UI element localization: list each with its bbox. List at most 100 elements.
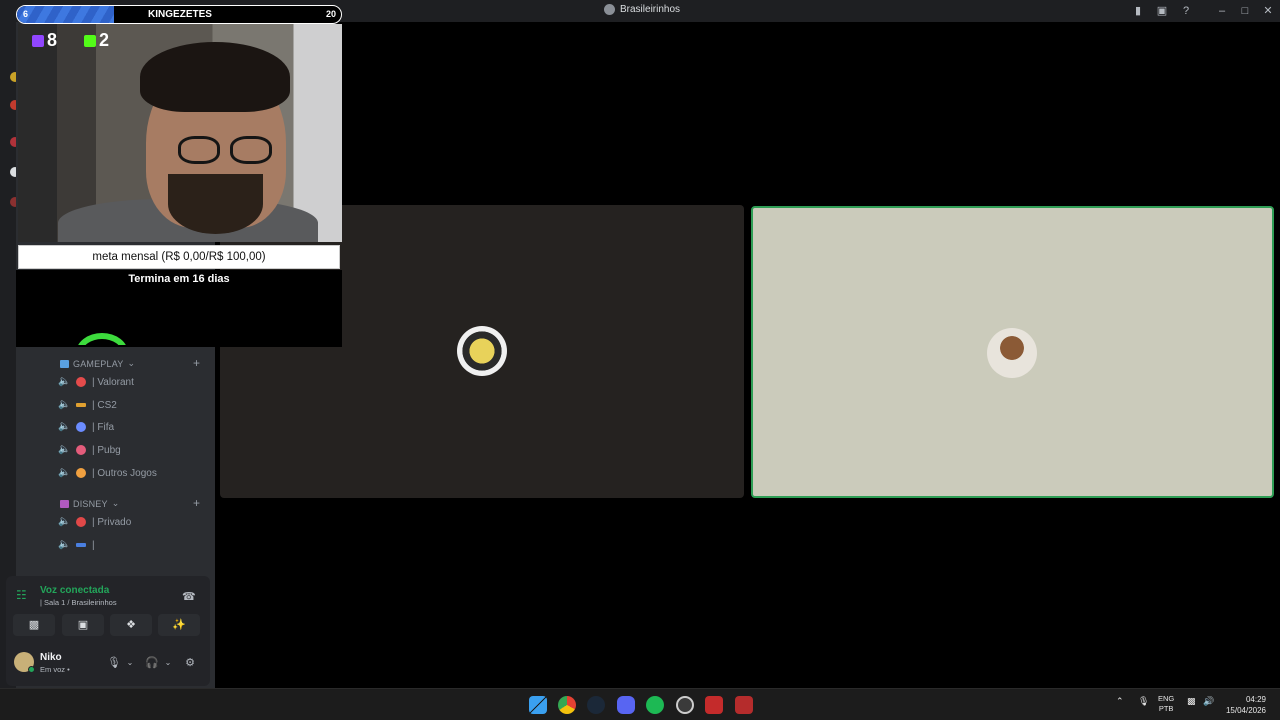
participant-avatar (457, 326, 507, 376)
goal-deadline: Termina em 16 dias (128, 273, 230, 285)
category-label: GAMEPLAY (73, 358, 124, 369)
soundboard-button[interactable]: ✨ (158, 614, 200, 636)
category-label: DISNEY (73, 498, 108, 509)
chevron-down-icon: ⌄ (127, 358, 136, 368)
server-icon (604, 4, 615, 15)
locked-speaker-icon: 🔈 (58, 516, 71, 527)
webcam-glasses (178, 136, 220, 164)
headphones-icon[interactable]: 🎧 (145, 656, 159, 670)
volume-icon[interactable]: 🔊 (1203, 696, 1214, 707)
participant-avatar (987, 328, 1037, 378)
voice-status: Voz conectada (40, 585, 110, 596)
speaker-icon: 🔈 (58, 376, 71, 387)
settings-gear-icon[interactable]: ⚙ (183, 656, 197, 670)
voice-location[interactable]: | Sala 1 / Brasileirinhos (40, 598, 117, 607)
channel-label: | Valorant (92, 376, 134, 388)
channel-label: | Outros Jogos (92, 467, 157, 479)
speaker-icon: 🔈 (58, 421, 71, 432)
help-icon[interactable]: ? (1179, 4, 1193, 18)
lang-top: ENG (1158, 694, 1175, 703)
microphone-tray-icon[interactable]: 🎙 (1138, 696, 1149, 707)
webcam-glasses (230, 136, 272, 164)
channel-outros-jogos[interactable]: 🔈 | Outros Jogos (58, 464, 208, 482)
app-icon[interactable] (735, 696, 753, 714)
chevron-down-icon: ⌄ (111, 498, 120, 508)
chevron-up-icon[interactable]: ⌃ (1116, 696, 1124, 707)
channel-privado[interactable]: 🔈 | Privado (58, 513, 208, 531)
channel-cs2[interactable]: 🔈 | CS2 (58, 396, 208, 414)
twitch-badge: 8 (32, 30, 57, 51)
kick-icon (84, 34, 96, 47)
channel-label: | Fifa (92, 421, 115, 433)
channel-emoji-icon (76, 543, 86, 547)
maximize-icon[interactable]: □ (1238, 4, 1252, 18)
kick-badge: 2 (84, 30, 109, 51)
spotify-icon[interactable] (646, 696, 664, 714)
bookmark-icon[interactable]: ▮ (1131, 4, 1145, 18)
twitch-icon (32, 34, 44, 47)
screen-share-icon: ▣ (77, 619, 89, 631)
inbox-icon[interactable]: ▣ (1155, 4, 1169, 18)
camera-off-button[interactable]: ▩ (13, 614, 55, 636)
app-icon[interactable] (705, 696, 723, 714)
speaker-icon: 🔈 (58, 539, 71, 550)
disconnect-icon[interactable]: ☎ (182, 590, 196, 604)
category-gameplay[interactable]: GAMEPLAY ⌄ + (60, 356, 200, 370)
chrome-icon[interactable] (558, 696, 576, 714)
minimize-icon[interactable]: – (1215, 4, 1229, 18)
user-status-text: Em voz • (40, 665, 70, 674)
windows-start-icon[interactable] (529, 696, 547, 714)
category-icon (60, 359, 69, 368)
webcam-feed: 8 2 (18, 24, 342, 242)
discord-icon[interactable] (617, 696, 635, 714)
language-indicator[interactable]: ENG PTB (1158, 694, 1174, 714)
screen-share-button[interactable]: ▣ (62, 614, 104, 636)
kick-count: 2 (99, 30, 110, 50)
soundboard-icon: ✨ (172, 619, 186, 631)
activities-button[interactable]: ❖ (110, 614, 152, 636)
category-disney[interactable]: DISNEY ⌄ + (60, 496, 200, 510)
participant-tile-speaking[interactable] (751, 206, 1274, 498)
username: Niko (40, 652, 62, 663)
sub-goal-bar: 6 KINGEZETES 20 (16, 5, 342, 24)
obs-icon[interactable] (676, 696, 694, 714)
monthly-goal-label: meta mensal (R$ 0,00/R$ 100,00) (92, 251, 266, 263)
channel-emoji-icon (76, 403, 86, 407)
webcam-hair (140, 42, 290, 112)
channel-emoji-icon (76, 445, 86, 455)
add-channel-icon[interactable]: + (193, 356, 200, 370)
channel-fifa[interactable]: 🔈 | Fifa (58, 418, 208, 436)
add-channel-icon[interactable]: + (193, 496, 200, 510)
channel-label: | Privado (92, 516, 132, 528)
camera-off-icon: ▩ (28, 619, 40, 631)
twitch-count: 8 (47, 30, 58, 50)
window-title: Brasileirinhos (604, 4, 680, 15)
channel-emoji-icon (76, 422, 86, 432)
voice-panel: ☷ Voz conectada | Sala 1 / Brasileirinho… (6, 576, 210, 686)
channel-unnamed[interactable]: 🔈 | (58, 536, 208, 554)
stream-overlay: 6 KINGEZETES 20 8 2 meta mensal (R$ 0,00… (16, 3, 342, 347)
sub-goal-target: 20 (325, 9, 336, 19)
channel-valorant[interactable]: 🔈 | Valorant (58, 373, 208, 391)
network-icon[interactable]: ▩ (1187, 696, 1196, 707)
speaker-icon: 🔈 (58, 444, 71, 455)
category-icon (60, 499, 69, 508)
monthly-goal-bar: meta mensal (R$ 0,00/R$ 100,00) (18, 245, 340, 269)
sub-goal-name: KINGEZETES (148, 9, 212, 20)
close-icon[interactable]: ✕ (1261, 4, 1275, 18)
speaker-icon: 🔈 (58, 467, 71, 478)
channel-label: | Pubg (92, 444, 121, 456)
steam-icon[interactable] (587, 696, 605, 714)
chevron-down-icon[interactable]: ⌄ (123, 656, 137, 670)
channel-emoji-icon (76, 468, 86, 478)
clock[interactable]: 04:29 15/04/2026 (1226, 694, 1266, 716)
microphone-icon[interactable]: 🎙 (107, 656, 121, 670)
channel-pubg[interactable]: 🔈 | Pubg (58, 441, 208, 459)
channel-label: | CS2 (92, 399, 117, 411)
clock-time: 04:29 (1245, 695, 1266, 704)
voice-signal-icon[interactable]: ☷ (16, 588, 30, 602)
chevron-down-icon[interactable]: ⌄ (161, 656, 175, 670)
online-status-dot (28, 666, 35, 673)
channel-emoji-icon (76, 377, 86, 387)
activities-icon: ❖ (126, 619, 136, 631)
